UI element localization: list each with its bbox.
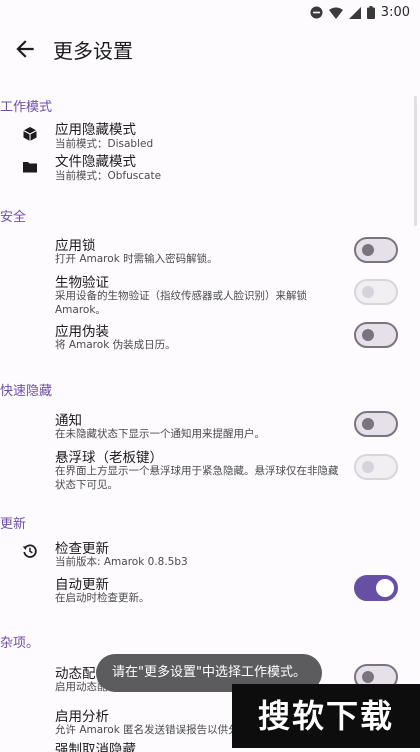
switch-thumb bbox=[362, 461, 374, 473]
float-ball-subtitle: 在界面上方显示一个悬浮球用于紧急隐藏。悬浮球仅在非隐藏状态下可见。 bbox=[55, 465, 339, 491]
scrollbar[interactable] bbox=[414, 96, 417, 226]
auto-update-subtitle: 在启动时检查更新。 bbox=[55, 592, 150, 604]
biometric-switch[interactable] bbox=[354, 279, 398, 305]
biometric-title: 生物验证 bbox=[55, 275, 109, 291]
biometric-item[interactable]: 生物验证 采用设备的生物验证（指纹传感器或人脸识别）来解锁 Amarok。 bbox=[0, 271, 420, 316]
force-unhide-title: 强制取消隐藏 bbox=[55, 742, 136, 752]
app-hide-mode-item[interactable]: 应用隐藏模式 当前模式：Disabled bbox=[0, 118, 420, 152]
watermark-logo: 搜软下载 bbox=[232, 684, 420, 748]
status-icons: 3:00 bbox=[310, 5, 410, 20]
float-ball-title: 悬浮球（老板键） bbox=[55, 450, 163, 466]
section-header-update: 更新 bbox=[0, 517, 27, 532]
disguise-item[interactable]: 应用伪装 将 Amarok 伪装成日历。 bbox=[0, 320, 420, 354]
notification-item[interactable]: 通知 在未隐藏状态下显示一个通知用来提醒用户。 bbox=[0, 409, 420, 443]
section-header-misc: 杂项。 bbox=[0, 636, 40, 651]
switch-thumb bbox=[362, 418, 374, 430]
app-lock-item[interactable]: 应用锁 打开 Amarok 时需输入密码解锁。 bbox=[0, 234, 420, 268]
float-ball-item[interactable]: 悬浮球（老板键） 在界面上方显示一个悬浮球用于紧急隐藏。悬浮球仅在非隐藏状态下可… bbox=[0, 446, 420, 492]
switch-thumb bbox=[376, 579, 394, 597]
app-bar: 更多设置 bbox=[0, 28, 420, 72]
app-hide-mode-title: 应用隐藏模式 bbox=[55, 122, 136, 138]
switch-thumb bbox=[362, 671, 374, 683]
switch-thumb bbox=[362, 286, 374, 298]
switch-thumb bbox=[362, 329, 374, 341]
app-lock-title: 应用锁 bbox=[55, 238, 96, 254]
app-lock-subtitle: 打开 Amarok 时需输入密码解锁。 bbox=[55, 253, 218, 265]
check-update-title: 检查更新 bbox=[55, 541, 109, 557]
check-update-subtitle: 当前版本: Amarok 0.8.5b3 bbox=[55, 556, 188, 568]
disguise-switch[interactable] bbox=[354, 322, 398, 348]
dnd-icon bbox=[310, 6, 323, 19]
arrow-left-icon[interactable] bbox=[12, 36, 38, 62]
status-time: 3:00 bbox=[380, 5, 410, 20]
section-header-work-mode: 工作模式 bbox=[0, 100, 53, 115]
disguise-subtitle: 将 Amarok 伪装成日历。 bbox=[55, 339, 176, 351]
notification-title: 通知 bbox=[55, 413, 82, 429]
notification-switch[interactable] bbox=[354, 411, 398, 437]
auto-update-title: 自动更新 bbox=[55, 577, 109, 593]
disguise-title: 应用伪装 bbox=[55, 324, 109, 340]
signal-icon bbox=[348, 6, 361, 19]
float-ball-switch[interactable] bbox=[354, 454, 398, 480]
app-hide-mode-subtitle: 当前模式：Disabled bbox=[55, 138, 154, 150]
switch-thumb bbox=[362, 244, 374, 256]
battery-icon bbox=[366, 6, 375, 19]
biometric-subtitle: 采用设备的生物验证（指纹传感器或人脸识别）来解锁 Amarok。 bbox=[55, 290, 307, 316]
file-hide-mode-title: 文件隐藏模式 bbox=[55, 154, 136, 170]
auto-update-switch[interactable] bbox=[354, 575, 398, 601]
wifi-icon bbox=[328, 7, 343, 19]
file-hide-mode-subtitle: 当前模式：Obfuscate bbox=[55, 170, 162, 182]
status-bar: 3:00 bbox=[0, 0, 420, 28]
app-lock-switch[interactable] bbox=[354, 237, 398, 263]
check-update-item[interactable]: 检查更新 当前版本: Amarok 0.8.5b3 bbox=[0, 537, 420, 571]
auto-update-item[interactable]: 自动更新 在启动时检查更新。 bbox=[0, 573, 420, 607]
section-header-quick-hide: 快速隐藏 bbox=[0, 384, 53, 399]
notification-subtitle: 在未隐藏状态下显示一个通知用来提醒用户。 bbox=[55, 428, 265, 440]
history-icon bbox=[22, 544, 37, 558]
page-title: 更多设置 bbox=[53, 39, 133, 63]
section-header-security: 安全 bbox=[0, 210, 27, 225]
analytics-title: 启用分析 bbox=[55, 709, 109, 725]
folder-icon bbox=[23, 162, 37, 173]
cube-icon bbox=[23, 127, 37, 141]
file-hide-mode-item[interactable]: 文件隐藏模式 当前模式：Obfuscate bbox=[0, 150, 420, 184]
